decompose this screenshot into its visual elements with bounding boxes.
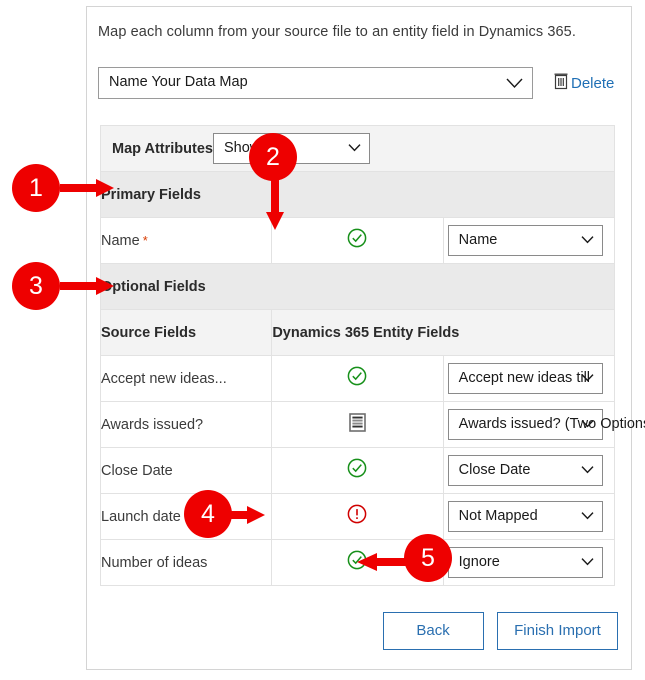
column-header-row: Source Fields Dynamics 365 Entity Fields	[99, 309, 615, 356]
error-circle-icon	[347, 504, 367, 529]
target-field-select[interactable]: Awards issued? (Two Options)	[447, 409, 645, 440]
map-attributes-header-row: Map Attributes Show All	[100, 125, 615, 172]
chevron-down-icon	[581, 235, 594, 244]
table-row: Name * Name	[99, 217, 616, 264]
chevron-down-icon	[581, 557, 594, 566]
callout-arrow-1	[60, 179, 114, 197]
chevron-down-icon	[581, 511, 594, 520]
target-field-value: Not Mapped	[458, 508, 538, 524]
footer-button-bar: Back Finish Import	[87, 612, 631, 650]
option-set-list-icon	[349, 412, 366, 437]
chevron-down-icon	[581, 373, 594, 382]
target-field-value: Awards issued? (Two Options)	[458, 416, 645, 432]
table-row: Awards issued? Awards issued? (Two Optio…	[99, 401, 645, 448]
map-attributes-header-cell: Map Attributes Show All	[100, 125, 615, 172]
source-fields-column-header: Source Fields	[99, 309, 273, 356]
status-icon-cell	[271, 355, 444, 402]
check-circle-icon	[347, 458, 367, 483]
data-map-select[interactable]: Name Your Data Map	[98, 67, 533, 99]
source-field-cell: Name *	[99, 217, 273, 264]
status-icon-cell	[271, 401, 444, 448]
target-field-cell: Not Mapped	[442, 493, 616, 540]
delete-data-map-button[interactable]: Delete	[554, 71, 614, 96]
target-field-cell: Awards issued? (Two Options)	[442, 401, 645, 448]
callout-arrow-3	[60, 277, 114, 295]
source-field-cell: Number of ideas	[99, 539, 273, 586]
delete-label: Delete	[571, 75, 615, 92]
target-field-select[interactable]: Ignore	[447, 547, 603, 578]
optional-fields-section-row: Optional Fields	[100, 263, 615, 310]
chevron-down-icon	[348, 143, 361, 152]
check-circle-icon	[347, 228, 367, 253]
map-attributes-label: Map Attributes	[112, 140, 213, 157]
field-mapping-table: Map Attributes Show All Primary Fields	[99, 125, 645, 586]
finish-import-button[interactable]: Finish Import	[497, 612, 618, 650]
target-field-cell: Name	[442, 217, 616, 264]
table-row: Accept new ideas... Accept new ideas til…	[99, 355, 616, 402]
target-field-select[interactable]: Accept new ideas till	[447, 363, 603, 394]
callout-badge-1: 1	[12, 164, 60, 212]
status-icon-cell	[271, 217, 444, 264]
chevron-down-icon	[581, 419, 594, 428]
target-field-cell: Close Date	[442, 447, 616, 494]
target-field-cell: Ignore	[442, 539, 616, 586]
target-field-value: Ignore	[458, 554, 500, 570]
back-button[interactable]: Back	[382, 612, 484, 650]
status-icon-cell	[271, 493, 444, 540]
required-marker: *	[142, 232, 148, 248]
source-field-cell: Close Date	[99, 447, 273, 494]
target-field-select[interactable]: Not Mapped	[447, 501, 603, 532]
source-field-cell: Accept new ideas...	[99, 355, 273, 402]
primary-fields-section-row: Primary Fields	[100, 171, 615, 218]
callout-badge-5: 5	[404, 534, 452, 582]
trash-icon	[554, 71, 570, 96]
data-map-selector-row: Name Your Data Map Delete	[98, 67, 622, 99]
table-row: Close Date Close Date	[99, 447, 616, 494]
callout-badge-3: 3	[12, 262, 60, 310]
optional-fields-label: Optional Fields	[100, 263, 615, 310]
target-field-value: Name	[458, 232, 498, 248]
target-field-value: Accept new ideas till	[458, 370, 591, 386]
target-fields-column-header: Dynamics 365 Entity Fields	[271, 309, 615, 356]
check-circle-icon	[347, 366, 367, 391]
table-row: Launch date Not Mapped	[99, 493, 616, 540]
source-field-cell: Awards issued?	[99, 401, 273, 448]
chevron-down-icon	[506, 77, 523, 89]
target-field-select[interactable]: Close Date	[447, 455, 603, 486]
target-field-cell: Accept new ideas till	[442, 355, 616, 402]
target-field-value: Close Date	[458, 462, 531, 478]
intro-instruction-text: Map each column from your source file to…	[98, 24, 576, 40]
callout-badge-2: 2	[249, 133, 297, 181]
source-field-label: Name	[101, 232, 140, 249]
primary-fields-label: Primary Fields	[100, 171, 615, 218]
data-map-select-value: Name Your Data Map	[109, 74, 248, 90]
status-icon-cell	[271, 447, 444, 494]
callout-badge-4: 4	[184, 490, 232, 538]
target-field-select[interactable]: Name	[447, 225, 603, 256]
chevron-down-icon	[581, 465, 594, 474]
